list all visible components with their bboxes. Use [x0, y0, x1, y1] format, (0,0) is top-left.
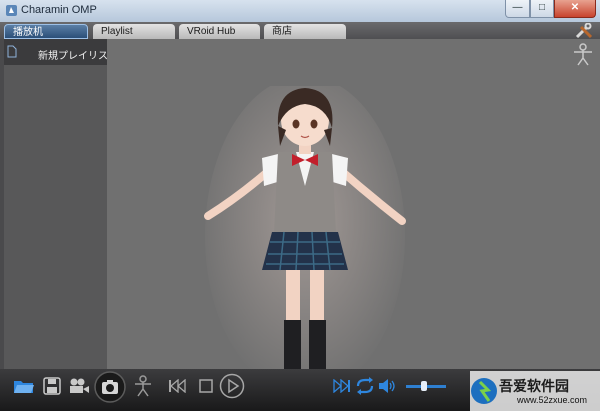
- maximize-button[interactable]: □: [530, 0, 554, 18]
- character-model[interactable]: [200, 86, 410, 406]
- document-icon: [7, 45, 17, 58]
- volume-icon[interactable]: [378, 378, 396, 394]
- volume-slider-knob[interactable]: [421, 381, 427, 391]
- tab-playlist[interactable]: Playlist: [93, 24, 175, 39]
- watermark-text: 吾爱软件园: [499, 379, 569, 395]
- playlist-list[interactable]: [4, 65, 107, 369]
- next-icon[interactable]: [333, 379, 351, 393]
- tab-bar: 播放机 Playlist VRoid Hub 商店: [0, 22, 600, 39]
- app-icon: [6, 5, 17, 16]
- pose-icon[interactable]: [133, 375, 153, 397]
- save-icon[interactable]: [43, 377, 61, 395]
- new-playlist-item[interactable]: 新規プレイリスト: [4, 42, 118, 64]
- tab-player[interactable]: 播放机: [4, 24, 88, 39]
- tools-icon[interactable]: [573, 23, 595, 39]
- folder-open-icon[interactable]: [13, 377, 35, 395]
- pose-edit-icon[interactable]: [570, 40, 596, 66]
- title-bar: Charamin OMP — □ ✕: [0, 0, 600, 23]
- window-title: Charamin OMP: [21, 4, 97, 16]
- watermark-url: www.52zxue.com: [517, 395, 588, 405]
- minimize-button[interactable]: —: [505, 0, 530, 18]
- stop-icon[interactable]: [199, 379, 213, 393]
- tab-vroid-hub[interactable]: VRoid Hub: [179, 24, 260, 39]
- window-controls: — □ ✕: [505, 0, 596, 18]
- playlist-sidebar: 新規プレイリスト: [0, 39, 118, 369]
- video-camera-icon[interactable]: [68, 378, 90, 394]
- play-icon[interactable]: [219, 373, 245, 399]
- close-button[interactable]: ✕: [554, 0, 596, 18]
- tab-store[interactable]: 商店: [264, 24, 346, 39]
- repeat-icon[interactable]: [355, 377, 375, 395]
- playlist-label: 新規プレイリスト: [38, 51, 118, 62]
- previous-icon[interactable]: [168, 379, 186, 393]
- app-window: Charamin OMP — □ ✕ 播放机 Playlist VRoid Hu…: [0, 0, 600, 411]
- camera-icon[interactable]: [94, 371, 126, 403]
